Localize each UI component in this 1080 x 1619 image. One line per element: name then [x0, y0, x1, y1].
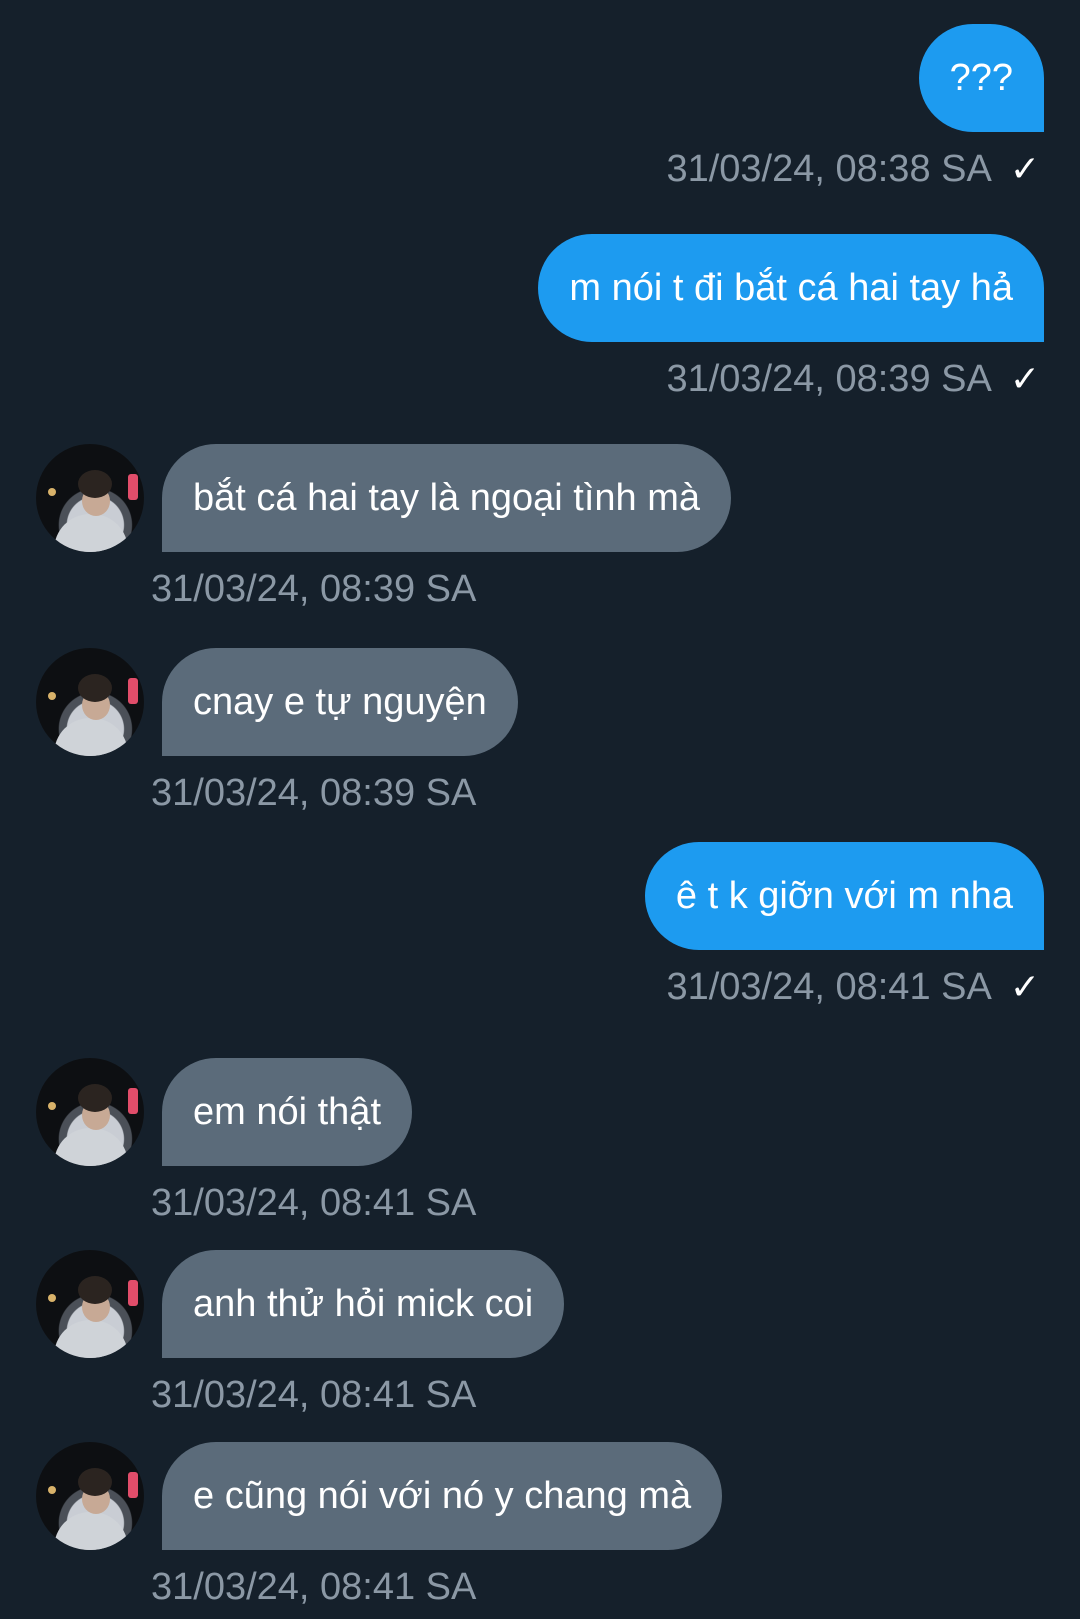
- message-timestamp: 31/03/24, 08:38 SA: [666, 147, 992, 190]
- avatar-light: [48, 692, 56, 700]
- message-bubble[interactable]: e cũng nói với nó y chang mà: [162, 1442, 723, 1550]
- avatar-body: [54, 718, 128, 756]
- avatar-light: [128, 678, 138, 704]
- avatar-light: [48, 1486, 56, 1494]
- message-timestamp: 31/03/24, 08:39 SA: [151, 771, 477, 814]
- avatar-hair: [78, 1276, 112, 1304]
- message-timestamp: 31/03/24, 08:41 SA: [151, 1181, 477, 1224]
- message-timestamp: 31/03/24, 08:41 SA: [151, 1565, 477, 1608]
- message-bubble[interactable]: cnay e tự nguyện: [162, 648, 518, 756]
- avatar[interactable]: [36, 648, 144, 756]
- message-meta: 31/03/24, 08:38 SA ✓: [666, 144, 1040, 194]
- avatar-light: [48, 488, 56, 496]
- message-bubble[interactable]: ê t k giỡn với m nha: [644, 842, 1044, 950]
- message-timestamp: 31/03/24, 08:41 SA: [151, 1373, 477, 1416]
- checkmark-icon: ✓: [1009, 966, 1040, 1007]
- message-bubble[interactable]: bắt cá hai tay là ngoại tình mà: [162, 444, 731, 552]
- avatar-hair: [78, 470, 112, 498]
- avatar[interactable]: [36, 1442, 144, 1550]
- avatar-body: [54, 514, 128, 552]
- avatar-light: [128, 1088, 138, 1114]
- message-bubble[interactable]: m nói t đi bắt cá hai tay hả: [538, 234, 1044, 342]
- message-bubble[interactable]: ???: [918, 24, 1044, 132]
- avatar-light: [128, 1280, 138, 1306]
- avatar-hair: [78, 1468, 112, 1496]
- checkmark-icon: ✓: [1009, 148, 1040, 189]
- avatar-body: [54, 1320, 128, 1358]
- checkmark-icon: ✓: [1009, 358, 1040, 399]
- message-timestamp: 31/03/24, 08:39 SA: [666, 357, 992, 400]
- message-timestamp: 31/03/24, 08:39 SA: [151, 567, 477, 610]
- message-timestamp: 31/03/24, 08:41 SA: [666, 965, 992, 1008]
- avatar-light: [128, 474, 138, 500]
- message-meta: 31/03/24, 08:39 SA ✓: [666, 354, 1040, 404]
- avatar-light: [48, 1102, 56, 1110]
- message-meta: 31/03/24, 08:41 SA ✓: [666, 962, 1040, 1012]
- avatar-hair: [78, 674, 112, 702]
- avatar-light: [48, 1294, 56, 1302]
- avatar[interactable]: [36, 1058, 144, 1166]
- avatar-body: [54, 1128, 128, 1166]
- avatar-body: [54, 1512, 128, 1550]
- message-bubble[interactable]: anh thử hỏi mick coi: [162, 1250, 565, 1358]
- message-bubble[interactable]: em nói thật: [162, 1058, 412, 1166]
- avatar[interactable]: [36, 1250, 144, 1358]
- avatar-hair: [78, 1084, 112, 1112]
- avatar[interactable]: [36, 444, 144, 552]
- avatar-light: [128, 1472, 138, 1498]
